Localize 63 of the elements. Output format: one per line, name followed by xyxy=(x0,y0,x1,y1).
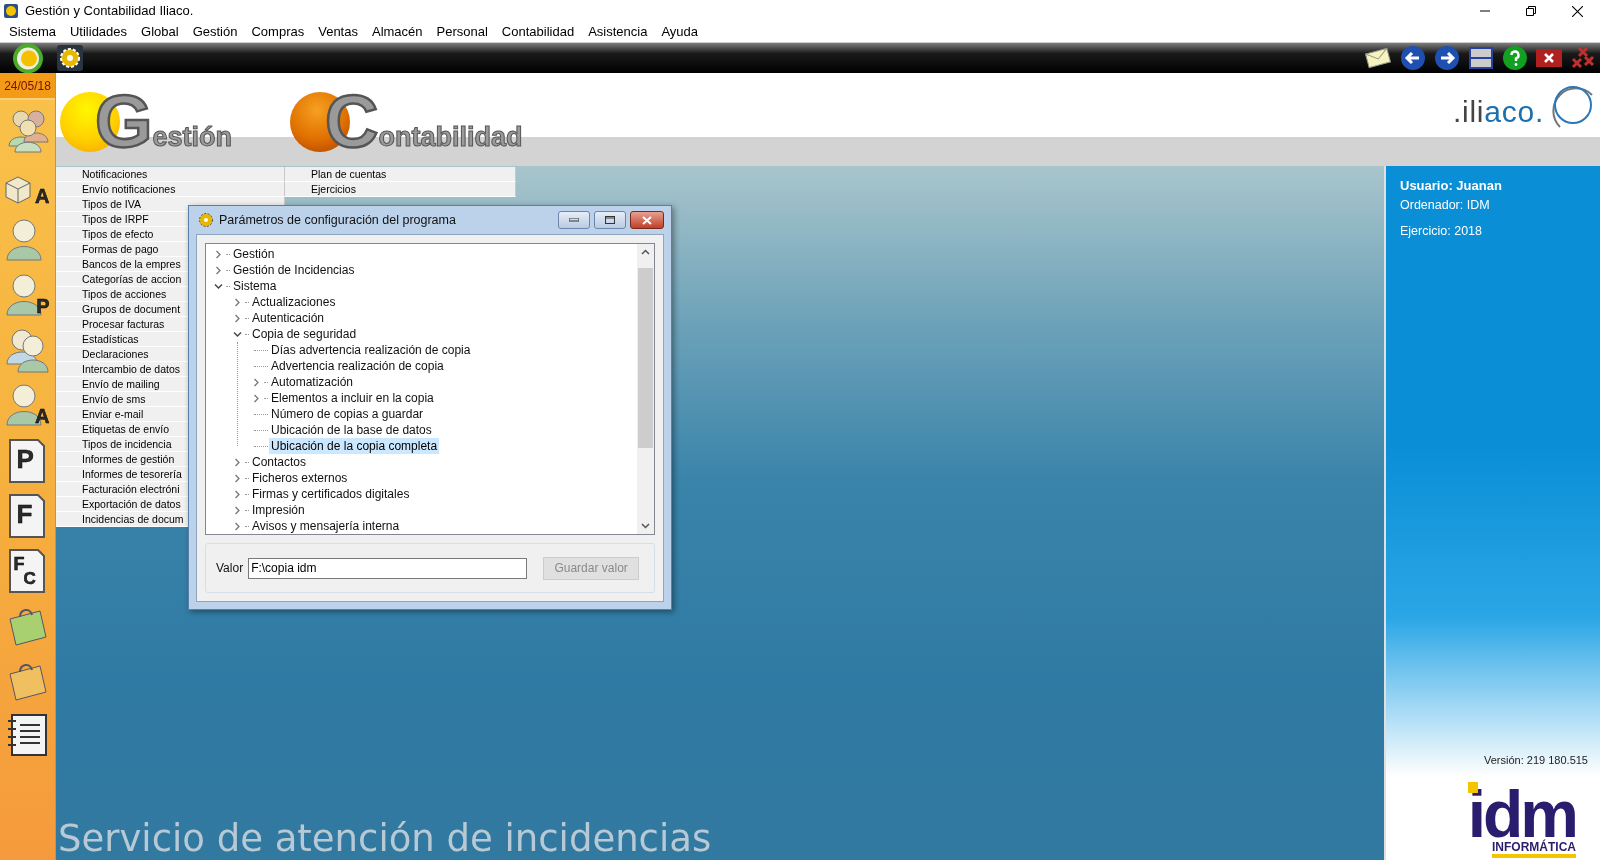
expand-chevron-icon[interactable] xyxy=(233,521,242,531)
menu-item[interactable]: Ventas xyxy=(311,22,365,42)
scrollbar-thumb[interactable] xyxy=(638,268,653,448)
expand-chevron-icon[interactable] xyxy=(252,377,261,387)
value-field[interactable]: F:\copia idm xyxy=(248,557,528,579)
menu-item[interactable]: Ayuda xyxy=(654,22,706,42)
icon-letter: C xyxy=(23,570,36,587)
maximize-icon[interactable] xyxy=(605,216,615,224)
collapse-chevron-icon[interactable] xyxy=(214,281,223,291)
close-icon[interactable] xyxy=(1536,49,1562,67)
menu-item[interactable]: Compras xyxy=(244,22,312,42)
restore-icon[interactable] xyxy=(1526,6,1536,16)
value-label: Valor xyxy=(216,560,244,577)
close-all-icon[interactable] xyxy=(1570,45,1596,71)
icon-letter: F xyxy=(16,501,33,527)
expand-chevron-icon[interactable] xyxy=(233,489,242,499)
icon-letter: P xyxy=(36,296,50,316)
minimize-icon[interactable] xyxy=(569,218,579,222)
list-item[interactable]: Ejercicios xyxy=(285,182,516,197)
scrollbar[interactable] xyxy=(637,244,654,534)
list-item[interactable]: Notificaciones xyxy=(56,167,285,182)
envelope-icon[interactable] xyxy=(1364,47,1392,69)
collapse-chevron-icon[interactable] xyxy=(233,329,242,339)
menu-item[interactable]: Personal xyxy=(429,22,495,42)
app-icon xyxy=(3,3,19,19)
menu-item[interactable]: Global xyxy=(134,22,186,42)
menu-item[interactable]: Gestión xyxy=(185,22,245,42)
list-item[interactable]: Plan de cuentas xyxy=(285,167,516,182)
date-label: 24/05/18 xyxy=(0,73,55,100)
menu-item[interactable]: Contabilidad xyxy=(494,22,582,42)
fiscal-year-label: Ejercicio: 2018 xyxy=(1400,223,1483,241)
menu-item[interactable]: Sistema xyxy=(2,22,63,42)
two-persons-icon[interactable] xyxy=(3,326,52,374)
expand-chevron-icon[interactable] xyxy=(233,473,242,483)
gear-icon[interactable] xyxy=(57,45,83,71)
user-label: Usuario: Juanan xyxy=(1400,177,1503,195)
close-button[interactable] xyxy=(630,211,664,229)
expand-chevron-icon[interactable] xyxy=(252,393,261,403)
icon-letter: P xyxy=(16,446,34,472)
close-icon[interactable] xyxy=(1571,5,1583,17)
gear-icon xyxy=(198,212,214,228)
brand-logo: .iliaco. xyxy=(1452,94,1544,127)
help-icon[interactable] xyxy=(1502,45,1528,71)
maximize-button[interactable] xyxy=(594,211,626,229)
menu-item[interactable]: Utilidades xyxy=(62,22,135,42)
menu-item[interactable]: Asistencia xyxy=(581,22,655,42)
window-title: Gestión y Contabilidad Iliaco. xyxy=(25,2,194,21)
expand-chevron-icon[interactable] xyxy=(233,297,242,307)
icon-letter: A xyxy=(35,406,50,426)
windows-icon[interactable] xyxy=(1468,46,1494,70)
expand-chevron-icon[interactable] xyxy=(233,505,242,515)
expand-chevron-icon[interactable] xyxy=(214,249,223,259)
version-label: Versión: 219 180.515 xyxy=(1484,752,1588,768)
expand-chevron-icon[interactable] xyxy=(233,313,242,323)
icon-letter: A xyxy=(35,186,50,206)
expand-chevron-icon[interactable] xyxy=(233,457,242,467)
computer-label: Ordenador: IDM xyxy=(1400,196,1491,214)
icon-letter: F xyxy=(13,555,25,573)
tree-item[interactable]: Ubicación de la copia completa xyxy=(269,438,440,454)
menu-item[interactable]: Almacén xyxy=(364,22,430,42)
banner-title: Servicio de atención de incidencias xyxy=(57,818,713,860)
expand-chevron-icon[interactable] xyxy=(214,265,223,275)
list-item[interactable]: Envío notificaciones xyxy=(56,182,285,197)
